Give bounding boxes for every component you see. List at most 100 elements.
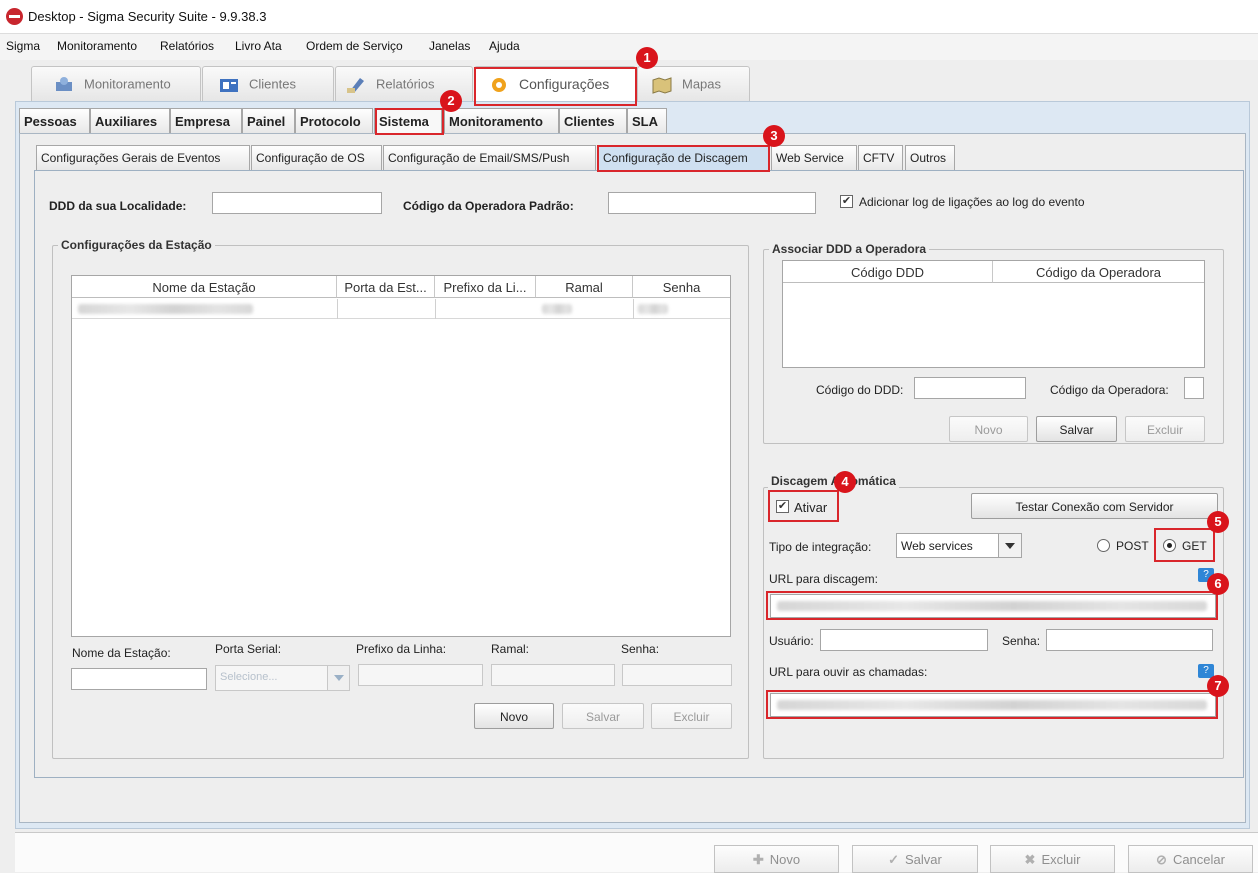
inner-tab-cftv[interactable]: CFTV (858, 145, 903, 170)
porta-serial-select[interactable]: Selecione... (215, 665, 350, 691)
step-marker-4: 4 (834, 471, 856, 493)
ddd-novo-button[interactable]: Novo (949, 416, 1028, 442)
redacted-cell (78, 304, 253, 314)
cell-divider (337, 299, 338, 319)
estacao-novo-button[interactable]: Novo (474, 703, 554, 729)
subtab-clientes[interactable]: Clientes (559, 108, 627, 133)
tab-monitoramento[interactable]: Monitoramento (31, 66, 201, 101)
inner-tab-web-service[interactable]: Web Service (771, 145, 857, 170)
ddd-label: DDD da sua Localidade: (49, 199, 187, 213)
inner-tab-outros[interactable]: Outros (905, 145, 955, 170)
subtab-empresa[interactable]: Empresa (170, 108, 242, 133)
inner-tab-os[interactable]: Configuração de OS (251, 145, 382, 170)
ddd-operadora-group-title: Associar DDD a Operadora (769, 242, 930, 256)
highlight-box-sistema (375, 108, 444, 135)
estacao-table: Nome da Estação Porta da Est... Prefixo … (71, 275, 731, 637)
tab-mapas[interactable]: Mapas (637, 66, 750, 101)
checkmark-icon: ✓ (888, 852, 900, 867)
app-logo-icon (6, 8, 23, 25)
subtab-pessoas[interactable]: Pessoas (19, 108, 90, 133)
prefixo-linha-input[interactable] (358, 664, 483, 686)
bottom-salvar-label: Salvar (905, 852, 942, 867)
column-header-codigo-operadora[interactable]: Código da Operadora (993, 261, 1204, 283)
step-marker-3: 3 (763, 125, 785, 147)
cell-divider (435, 299, 436, 319)
subtab-auxiliares[interactable]: Auxiliares (90, 108, 170, 133)
menu-ordem-servico[interactable]: Ordem de Serviço (306, 39, 403, 53)
bottom-salvar-button[interactable]: ✓ Salvar (852, 845, 978, 873)
bottom-excluir-button[interactable]: ✖ Excluir (990, 845, 1115, 873)
discagem-senha-label: Senha: (1002, 634, 1041, 648)
column-header-prefixo[interactable]: Prefixo da Li... (435, 276, 536, 298)
step-marker-7: 7 (1207, 675, 1229, 697)
inner-tab-email[interactable]: Configuração de Email/SMS/Push (383, 145, 596, 170)
codigo-operadora-label: Código da Operadora: (1050, 383, 1169, 397)
ddd-salvar-button[interactable]: Salvar (1036, 416, 1117, 442)
step-marker-2: 2 (440, 90, 462, 112)
ramal-input[interactable] (491, 664, 615, 686)
ddd-operadora-table: Código DDD Código da Operadora (782, 260, 1205, 368)
tipo-integracao-label: Tipo de integração: (769, 540, 872, 554)
bottom-cancelar-button[interactable]: ⊘ Cancelar (1128, 845, 1253, 873)
discagem-senha-input[interactable] (1046, 629, 1213, 651)
operadora-padrao-input[interactable] (608, 192, 816, 214)
menu-ajuda[interactable]: Ajuda (489, 39, 520, 53)
window-title: Desktop - Sigma Security Suite - 9.9.38.… (28, 9, 267, 24)
dropdown-button[interactable] (998, 534, 1021, 557)
subtab-painel[interactable]: Painel (242, 108, 295, 133)
ddd-excluir-button[interactable]: Excluir (1125, 416, 1205, 442)
clients-icon (219, 76, 239, 94)
menu-relatorios[interactable]: Relatórios (160, 39, 214, 53)
cancel-icon: ⊘ (1156, 852, 1167, 867)
highlight-box-ativar (768, 490, 839, 522)
menu-sigma[interactable]: Sigma (6, 39, 40, 53)
highlight-box-get (1154, 528, 1215, 562)
estacao-group-title: Configurações da Estação (58, 238, 215, 252)
senha-label: Senha: (621, 642, 660, 656)
post-radio[interactable] (1097, 539, 1110, 552)
subtab-protocolo[interactable]: Protocolo (295, 108, 373, 133)
column-header-senha[interactable]: Senha (633, 276, 730, 298)
estacao-salvar-button[interactable]: Salvar (562, 703, 644, 729)
column-header-codigo-ddd[interactable]: Código DDD (783, 261, 993, 283)
tab-label: Mapas (682, 76, 722, 92)
maps-icon (652, 76, 672, 94)
inner-tab-eventos[interactable]: Configurações Gerais de Eventos (36, 145, 250, 170)
log-checkbox[interactable]: ✔ (840, 195, 853, 208)
column-header-nome[interactable]: Nome da Estação (72, 276, 337, 298)
menu-bar: Sigma Monitoramento Relatórios Livro Ata… (0, 34, 1258, 60)
codigo-operadora-input[interactable] (1184, 377, 1204, 399)
cell-divider (633, 299, 634, 319)
monitoring-icon (54, 76, 74, 94)
codigo-ddd-input[interactable] (914, 377, 1026, 399)
chevron-down-icon (334, 675, 344, 681)
table-row[interactable] (72, 299, 730, 319)
tab-clientes[interactable]: Clientes (202, 66, 334, 101)
tab-label: Clientes (249, 76, 296, 92)
dropdown-button[interactable] (327, 666, 349, 690)
chevron-down-icon (1005, 543, 1015, 549)
bottom-novo-button[interactable]: ✚ Novo (714, 845, 839, 873)
url-ouvir-label: URL para ouvir as chamadas: (769, 665, 928, 679)
nome-estacao-input[interactable] (71, 668, 207, 690)
bottom-novo-label: Novo (769, 852, 801, 867)
menu-monitoramento[interactable]: Monitoramento (57, 39, 137, 53)
tab-label: Relatórios (376, 76, 435, 92)
column-header-porta[interactable]: Porta da Est... (337, 276, 435, 298)
tipo-integracao-select[interactable]: Web services (896, 533, 1022, 558)
usuario-input[interactable] (820, 629, 988, 651)
estacao-excluir-button[interactable]: Excluir (651, 703, 732, 729)
usuario-label: Usuário: (769, 634, 814, 648)
porta-serial-placeholder: Selecione... (220, 671, 278, 683)
highlight-box-configuracoes (474, 67, 637, 106)
menu-livro-ata[interactable]: Livro Ata (235, 39, 282, 53)
menu-janelas[interactable]: Janelas (429, 39, 470, 53)
porta-serial-label: Porta Serial: (215, 642, 282, 656)
subtab-monitoramento[interactable]: Monitoramento (444, 108, 559, 133)
highlight-box-url-ouvir (766, 690, 1218, 719)
column-header-ramal[interactable]: Ramal (536, 276, 633, 298)
senha-input[interactable] (622, 664, 732, 686)
subtab-sla[interactable]: SLA (627, 108, 667, 133)
testar-conexao-button[interactable]: Testar Conexão com Servidor (971, 493, 1218, 519)
ddd-input[interactable] (212, 192, 382, 214)
